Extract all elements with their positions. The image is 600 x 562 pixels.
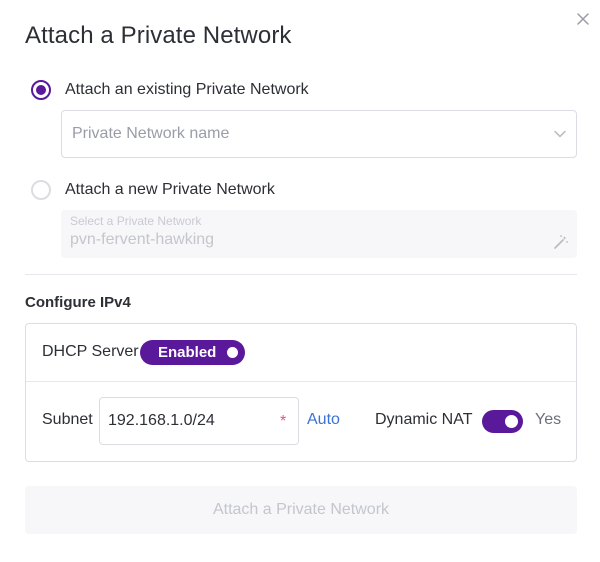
radio-new-network[interactable]: Attach a new Private Network bbox=[31, 180, 275, 200]
radio-existing-network[interactable]: Attach an existing Private Network bbox=[31, 80, 309, 100]
radio-label-existing: Attach an existing Private Network bbox=[65, 81, 309, 98]
toggle-knob bbox=[227, 347, 238, 358]
card-divider bbox=[26, 381, 576, 382]
required-indicator: * bbox=[280, 413, 287, 430]
dhcp-server-label: DHCP Server bbox=[42, 343, 139, 360]
dynamic-nat-toggle[interactable] bbox=[482, 410, 523, 433]
radio-label-new: Attach a new Private Network bbox=[65, 181, 275, 198]
dialog-title: Attach a Private Network bbox=[25, 22, 292, 49]
select-placeholder: Private Network name bbox=[72, 125, 230, 142]
close-icon bbox=[577, 13, 589, 25]
ipv4-config-card: DHCP Server Enabled Subnet * Auto Dynami… bbox=[25, 323, 577, 462]
dynamic-nat-status: Yes bbox=[535, 411, 562, 428]
toggle-knob bbox=[505, 415, 518, 428]
close-button[interactable] bbox=[574, 10, 592, 28]
subnet-input[interactable] bbox=[99, 397, 299, 445]
radio-button-existing[interactable] bbox=[31, 80, 51, 100]
subnet-label: Subnet bbox=[42, 411, 93, 428]
attach-network-button[interactable]: Attach a Private Network bbox=[25, 486, 577, 534]
new-network-input-value: pvn-fervent-hawking bbox=[70, 231, 215, 248]
new-network-input-label: Select a Private Network bbox=[70, 214, 202, 228]
chevron-down-icon bbox=[554, 130, 566, 138]
attach-private-network-dialog: Attach a Private Network Attach an exist… bbox=[0, 0, 600, 562]
ipv4-section-title: Configure IPv4 bbox=[25, 294, 131, 311]
magic-wand-icon bbox=[554, 235, 568, 249]
new-network-name-input: Select a Private Network pvn-fervent-haw… bbox=[61, 210, 577, 258]
dynamic-nat-label: Dynamic NAT bbox=[375, 411, 473, 428]
auto-subnet-link[interactable]: Auto bbox=[307, 411, 340, 429]
dhcp-status-text: Enabled bbox=[158, 344, 217, 361]
dhcp-server-toggle[interactable]: Enabled bbox=[140, 340, 245, 365]
radio-button-new[interactable] bbox=[31, 180, 51, 200]
private-network-select[interactable]: Private Network name bbox=[61, 110, 577, 158]
section-divider bbox=[25, 274, 577, 275]
